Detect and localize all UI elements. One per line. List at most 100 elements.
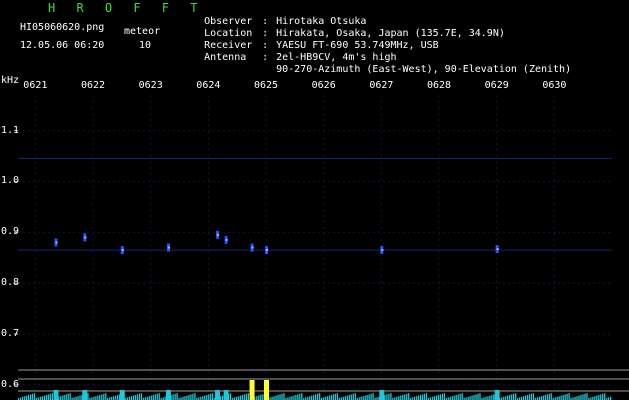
- activity-bar: [241, 395, 244, 400]
- activity-bar: [408, 393, 410, 400]
- separator-blank: [262, 64, 276, 76]
- activity-bar: [598, 395, 600, 400]
- echo-activity-peak: [53, 390, 59, 400]
- activity-bar: [297, 394, 299, 400]
- activity-bar: [97, 395, 99, 400]
- activity-bar: [493, 394, 495, 400]
- activity-bar: [138, 393, 141, 400]
- activity-bar: [134, 395, 137, 400]
- meteor-echo-core: [496, 248, 499, 251]
- activity-bar: [352, 393, 354, 400]
- activity-bar: [368, 394, 370, 400]
- activity-bar: [604, 393, 606, 400]
- activity-bar: [435, 395, 438, 400]
- activity-bar: [586, 393, 588, 400]
- meteor-echo-core: [216, 233, 219, 236]
- activity-bar: [45, 395, 48, 400]
- activity-bar: [584, 393, 586, 400]
- y-tick-label: 1.0: [1, 175, 20, 187]
- activity-bar: [103, 393, 105, 400]
- activity-bar: [206, 395, 208, 400]
- activity-bar: [366, 395, 368, 400]
- y-axis-unit-label: kHz: [1, 75, 20, 86]
- activity-bar: [41, 396, 44, 400]
- echo-activity-peak: [214, 390, 220, 400]
- activity-bar: [473, 395, 475, 400]
- activity-bar: [390, 393, 392, 400]
- activity-bar: [455, 395, 457, 400]
- activity-bar: [600, 394, 602, 400]
- activity-bar: [176, 393, 178, 400]
- activity-bar: [540, 396, 543, 400]
- activity-bar: [602, 393, 604, 400]
- activity-bar: [33, 393, 36, 400]
- activity-bar: [150, 395, 152, 400]
- activity-bar: [441, 393, 444, 400]
- activity-bar: [522, 396, 525, 400]
- activity-bar: [350, 394, 352, 400]
- activity-bar: [101, 394, 103, 400]
- activity-bar: [283, 393, 285, 400]
- activity-bar: [425, 393, 428, 400]
- meteor-echo-core: [55, 241, 58, 244]
- activity-bar: [400, 395, 402, 400]
- activity-bar: [346, 395, 348, 400]
- activity-bar: [415, 396, 418, 400]
- meteor-echo-core: [225, 238, 228, 241]
- activity-bar: [433, 396, 436, 400]
- x-tick-label: 0621: [23, 80, 48, 91]
- activity-bar: [237, 396, 240, 400]
- activity-bar: [257, 395, 259, 400]
- activity-bar: [204, 395, 206, 400]
- echo-activity-peak: [119, 390, 125, 400]
- activity-bar: [326, 396, 329, 400]
- meteor-echo-core: [84, 236, 87, 239]
- activity-bar: [99, 395, 101, 400]
- activity-bar: [546, 394, 548, 400]
- activity-bar: [437, 395, 440, 400]
- activity-bar: [509, 395, 511, 400]
- activity-bar: [117, 395, 119, 400]
- activity-bar: [419, 395, 422, 400]
- activity-bar: [348, 395, 350, 400]
- echo-activity-peak: [82, 390, 88, 400]
- activity-bar: [514, 393, 517, 400]
- x-tick-label: 0625: [253, 80, 279, 91]
- activity-bar: [105, 393, 107, 400]
- activity-bar: [542, 395, 544, 400]
- activity-bar: [451, 396, 453, 400]
- activity-bar: [443, 393, 445, 400]
- meteor-echo-core: [121, 249, 124, 252]
- activity-bar: [471, 395, 473, 400]
- activity-bar: [67, 393, 69, 400]
- activity-bar: [29, 394, 32, 400]
- activity-bar: [596, 395, 598, 400]
- activity-bar: [528, 394, 531, 400]
- echo-activity-peak: [494, 390, 500, 400]
- activity-bar: [313, 395, 315, 400]
- activity-bar: [113, 396, 115, 400]
- y-tick-label: 0.8: [1, 277, 20, 289]
- activity-bar: [172, 394, 174, 400]
- y-tick-label: 0.9: [1, 226, 20, 238]
- activity-bar: [364, 395, 366, 400]
- spectrogram-screen: H R O F F T HI05060620.png 12.05.06 06:2…: [0, 0, 629, 400]
- activity-bar: [61, 395, 63, 400]
- meteor-echo-core: [251, 246, 254, 249]
- activity-bar: [491, 395, 493, 400]
- activity-bar: [69, 393, 71, 400]
- y-tick-label: 0.6: [1, 378, 20, 390]
- activity-bar: [505, 396, 507, 400]
- activity-bar: [566, 393, 568, 400]
- activity-bar: [402, 395, 404, 400]
- meteor-echo-core: [265, 249, 268, 252]
- activity-bar: [362, 396, 364, 400]
- activity-bar: [219, 396, 222, 400]
- activity-bar: [95, 396, 97, 400]
- x-tick-label: 0630: [542, 80, 567, 91]
- meteor-echo-core: [381, 249, 384, 252]
- activity-bar: [316, 393, 319, 400]
- activity-bar: [87, 393, 89, 400]
- activity-bar: [487, 396, 489, 400]
- activity-bar: [31, 393, 34, 400]
